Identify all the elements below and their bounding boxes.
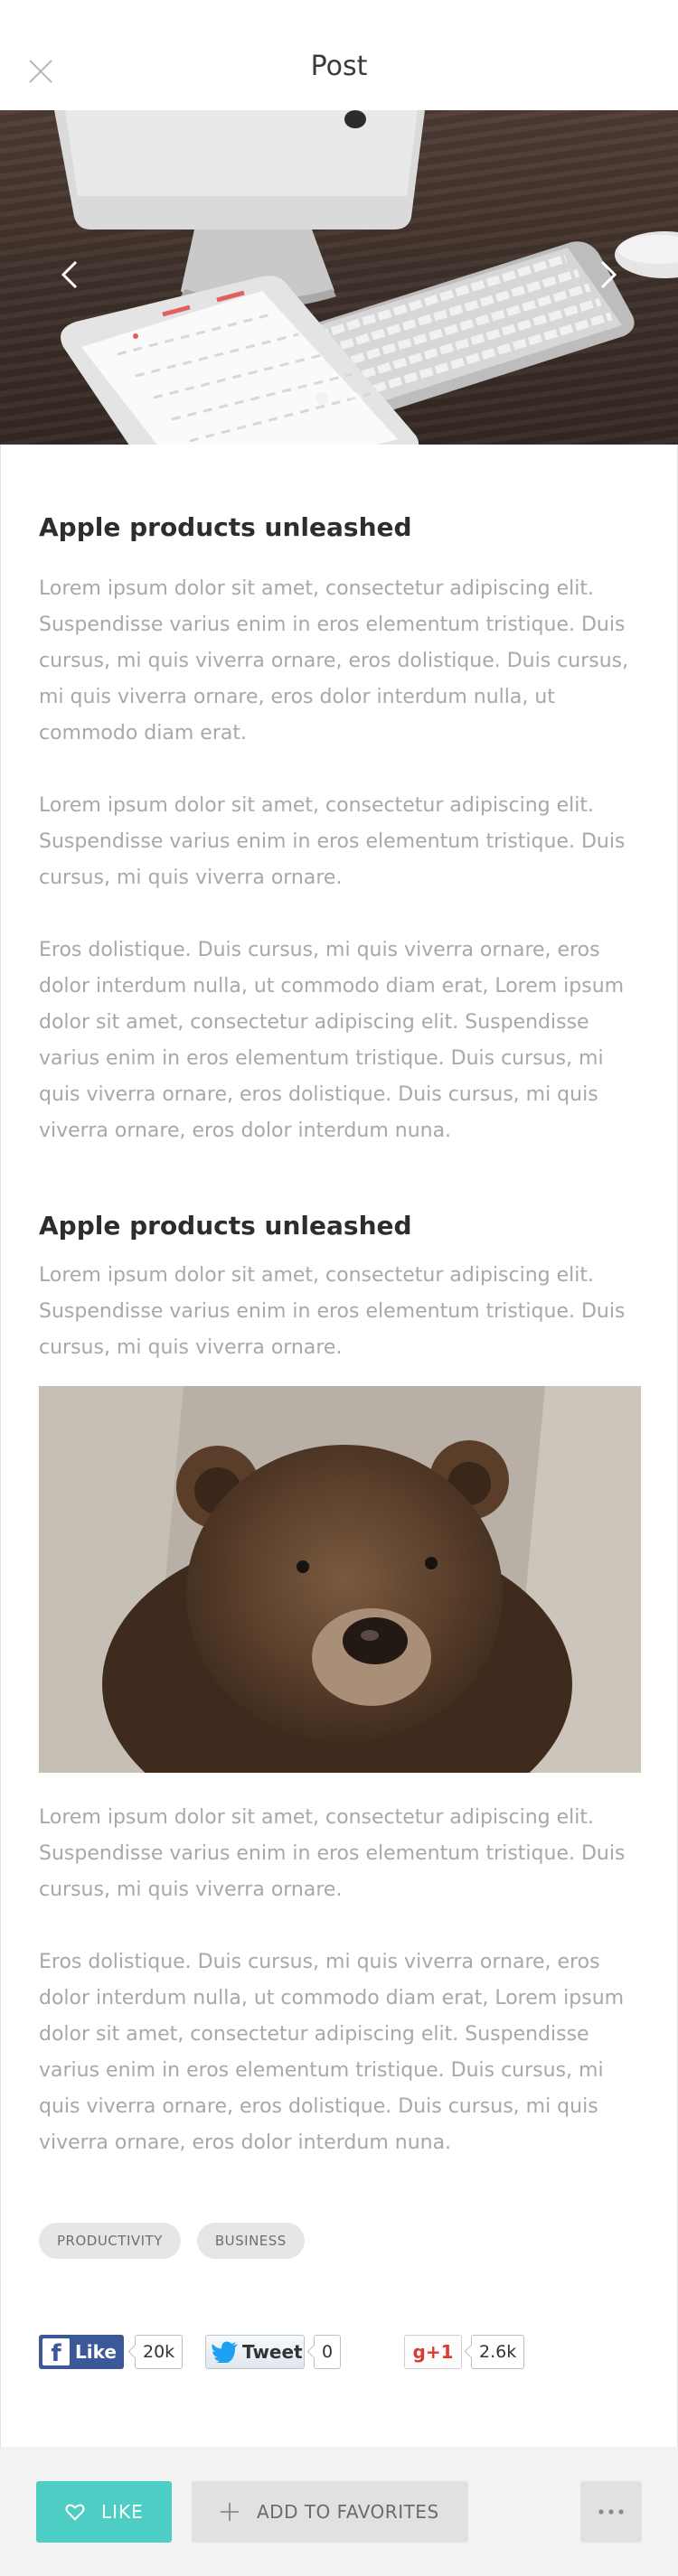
gplus-button[interactable]: g+1 (404, 2335, 462, 2369)
section-heading-2: Apple products unleashed (39, 1211, 412, 1241)
paragraph-4: Lorem ipsum dolor sit amet, consectetur … (39, 1264, 626, 1359)
more-dots-icon (598, 2509, 624, 2515)
heart-icon (65, 2504, 85, 2521)
facebook-like-button[interactable]: f Like (39, 2335, 124, 2369)
add-to-favorites-label: ADD TO FAVORITES (257, 2501, 439, 2523)
bear-photo (39, 1386, 641, 1773)
bottom-action-bar: LIKE ADD TO FAVORITES (0, 2447, 678, 2576)
tag-productivity[interactable]: PRODUCTIVITY (39, 2223, 181, 2259)
hero-carousel (0, 110, 678, 445)
paragraph-3: Eros dolistique. Duis cursus, mi quis vi… (39, 939, 625, 1142)
tweet-label: Tweet (242, 2341, 303, 2363)
tweet-button[interactable]: Tweet (205, 2335, 305, 2369)
tweet-count: 0 (314, 2335, 342, 2369)
carousel-dots (0, 392, 678, 405)
article-content: Apple products unleashed Lorem ipsum dol… (0, 445, 678, 2448)
plus-icon (221, 2503, 239, 2521)
add-to-favorites-button[interactable]: ADD TO FAVORITES (192, 2481, 468, 2543)
top-bar: Post (0, 0, 678, 111)
facebook-like-count: 20k (135, 2335, 184, 2369)
paragraph-1: Lorem ipsum dolor sit amet, consectetur … (39, 577, 629, 745)
carousel-dot-1[interactable] (315, 392, 328, 405)
page-title: Post (310, 51, 368, 82)
twitter-icon (212, 2341, 238, 2363)
like-label: LIKE (101, 2501, 144, 2523)
paragraph-5: Lorem ipsum dolor sit amet, consectetur … (39, 1806, 626, 1901)
facebook-icon: f (42, 2338, 70, 2367)
more-options-button[interactable] (580, 2481, 642, 2543)
tag-list: PRODUCTIVITY BUSINESS (39, 2223, 321, 2259)
facebook-like-label: Like (75, 2341, 117, 2363)
chevron-left-icon[interactable] (51, 255, 90, 295)
gplus-icon: g (412, 2341, 426, 2363)
carousel-dot-2[interactable] (350, 392, 363, 405)
chevron-right-icon[interactable] (588, 255, 627, 295)
like-button[interactable]: LIKE (36, 2481, 172, 2543)
gplus-label: +1 (425, 2341, 454, 2363)
section-heading-1: Apple products unleashed (39, 512, 412, 542)
paragraph-2: Lorem ipsum dolor sit amet, consectetur … (39, 794, 626, 889)
tag-business[interactable]: BUSINESS (196, 2223, 305, 2259)
paragraph-6: Eros dolistique. Duis cursus, mi quis vi… (39, 1951, 625, 2154)
gplus-count: 2.6k (471, 2335, 525, 2369)
